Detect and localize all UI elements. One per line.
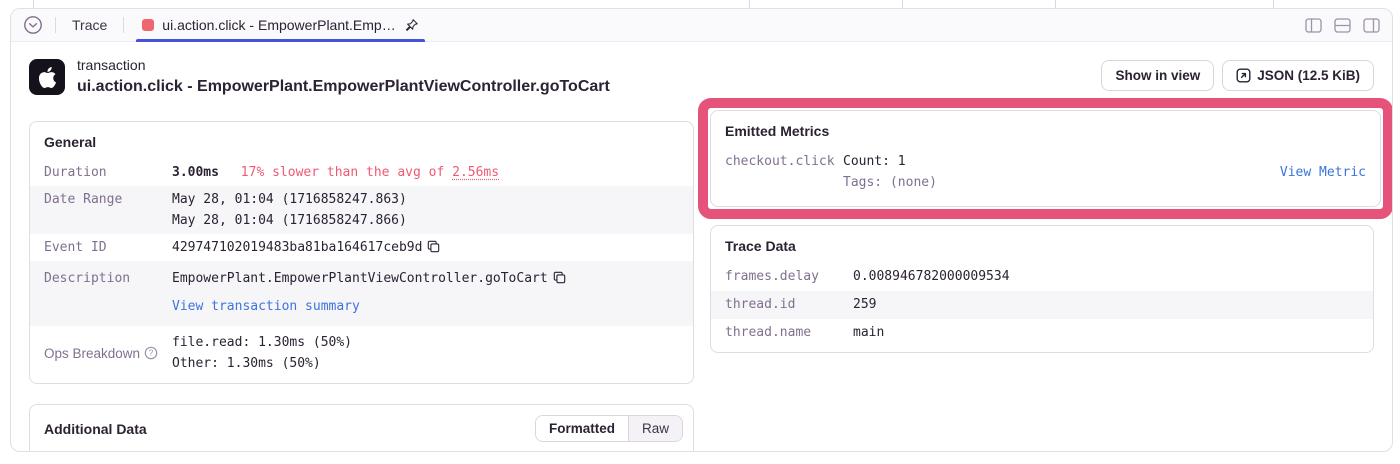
raw-toggle-button[interactable]: Raw <box>628 416 682 441</box>
divider <box>55 17 56 33</box>
layout-bottom-icon[interactable] <box>1334 18 1351 33</box>
json-download-button[interactable]: JSON (12.5 KiB) <box>1222 60 1374 91</box>
copy-icon[interactable] <box>553 271 566 284</box>
tab-transaction-label: ui.action.click - EmpowerPlant.Emp… <box>162 17 395 33</box>
apple-icon <box>29 59 65 95</box>
description-value: EmpowerPlant.EmpowerPlantViewController.… <box>172 271 548 286</box>
event-id-value: 429747102019483ba81ba164617ceb9d <box>172 240 422 255</box>
background-grid-remnant <box>0 0 1400 8</box>
drawer-tab-bar: Trace ui.action.click - EmpowerPlant.Emp… <box>11 9 1392 42</box>
trace-drawer-panel: Trace ui.action.click - EmpowerPlant.Emp… <box>10 8 1393 452</box>
layout-left-icon[interactable] <box>1305 18 1322 33</box>
avg-duration-tooltip-trigger[interactable]: 2.56ms <box>452 165 499 180</box>
general-section: General Duration 3.00ms 17% slower than … <box>29 121 694 384</box>
page-title: ui.action.click - EmpowerPlant.EmpowerPl… <box>77 75 610 98</box>
pin-icon[interactable] <box>404 18 419 33</box>
description-row: Description EmpowerPlant.EmpowerPlantVie… <box>30 261 693 326</box>
formatted-toggle-button[interactable]: Formatted <box>536 416 628 441</box>
format-toggle: Formatted Raw <box>535 415 683 442</box>
copy-icon[interactable] <box>427 240 440 253</box>
active-tab-underline <box>136 39 424 42</box>
chevron-down-circle-icon <box>23 15 43 35</box>
table-row: frames.delay 0.008946782000009534 <box>711 263 1373 291</box>
table-row: thread.name main <box>711 319 1373 352</box>
general-heading: General <box>30 122 693 159</box>
help-icon[interactable]: ? <box>144 346 158 360</box>
duration-comparison: 17% slower than the avg of 2.56ms <box>241 165 499 180</box>
table-row: thread.id 259 <box>711 291 1373 319</box>
event-id-row: Event ID 429747102019483ba81ba164617ceb9… <box>30 234 693 261</box>
ops-breakdown-item: Other: 1.30ms (50%) <box>172 353 679 374</box>
trace-data-heading: Trace Data <box>711 226 1373 263</box>
tab-transaction-active[interactable]: ui.action.click - EmpowerPlant.Emp… <box>136 9 424 42</box>
date-range-end: May 28, 01:04 (1716858247.866) <box>172 210 679 231</box>
emitted-metrics-highlight: Emitted Metrics checkout.click Count: 1 … <box>698 98 1393 219</box>
external-link-icon <box>1236 68 1251 83</box>
view-transaction-summary-link[interactable]: View transaction summary <box>172 299 360 314</box>
layout-right-icon[interactable] <box>1363 18 1380 33</box>
metric-count: Count: 1 <box>843 151 937 172</box>
ops-breakdown-row: Ops Breakdown ? file.read: 1.30ms (50%) … <box>30 326 693 383</box>
view-metric-link[interactable]: View Metric <box>1280 165 1366 180</box>
transaction-type-icon <box>142 19 154 31</box>
table-row: frames.delay 0.008946782000009534 <box>30 450 693 452</box>
collapse-drawer-button[interactable] <box>23 15 43 35</box>
trace-data-section: Trace Data frames.delay 0.00894678200000… <box>710 225 1374 353</box>
divider <box>123 17 124 33</box>
emitted-metrics-heading: Emitted Metrics <box>711 111 1380 148</box>
tab-trace[interactable]: Trace <box>68 17 111 33</box>
additional-data-heading: Additional Data <box>44 421 147 437</box>
duration-value: 3.00ms <box>172 165 219 180</box>
additional-data-section: Additional Data Formatted Raw frames.del… <box>29 404 694 452</box>
screen: Trace ui.action.click - EmpowerPlant.Emp… <box>0 0 1400 464</box>
show-in-view-button[interactable]: Show in view <box>1101 60 1214 91</box>
ops-breakdown-item: file.read: 1.30ms (50%) <box>172 332 679 353</box>
metric-name: checkout.click <box>725 151 843 193</box>
transaction-header: transaction ui.action.click - EmpowerPla… <box>29 56 1374 98</box>
emitted-metrics-section: Emitted Metrics checkout.click Count: 1 … <box>710 110 1381 207</box>
date-range-row: Date Range May 28, 01:04 (1716858247.863… <box>30 186 693 234</box>
date-range-start: May 28, 01:04 (1716858247.863) <box>172 189 679 210</box>
event-type-label: transaction <box>77 56 610 75</box>
svg-text:?: ? <box>149 349 154 358</box>
metric-tags: Tags: (none) <box>843 172 937 193</box>
duration-row: Duration 3.00ms 17% slower than the avg … <box>30 159 693 186</box>
